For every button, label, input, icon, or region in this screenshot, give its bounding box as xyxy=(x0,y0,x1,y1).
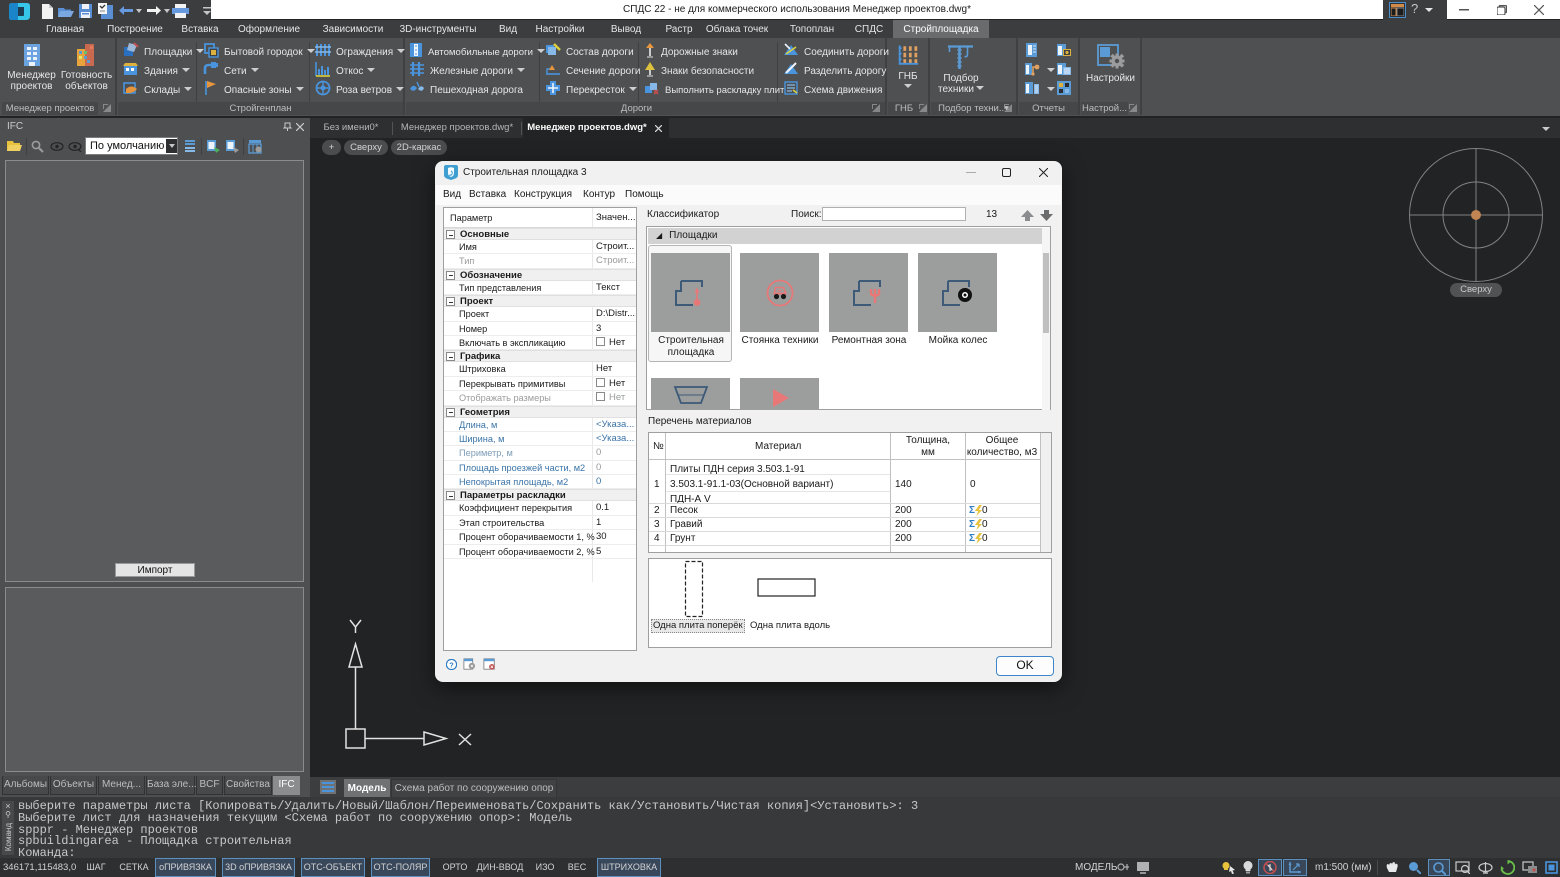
svg-text:?: ? xyxy=(449,660,454,669)
